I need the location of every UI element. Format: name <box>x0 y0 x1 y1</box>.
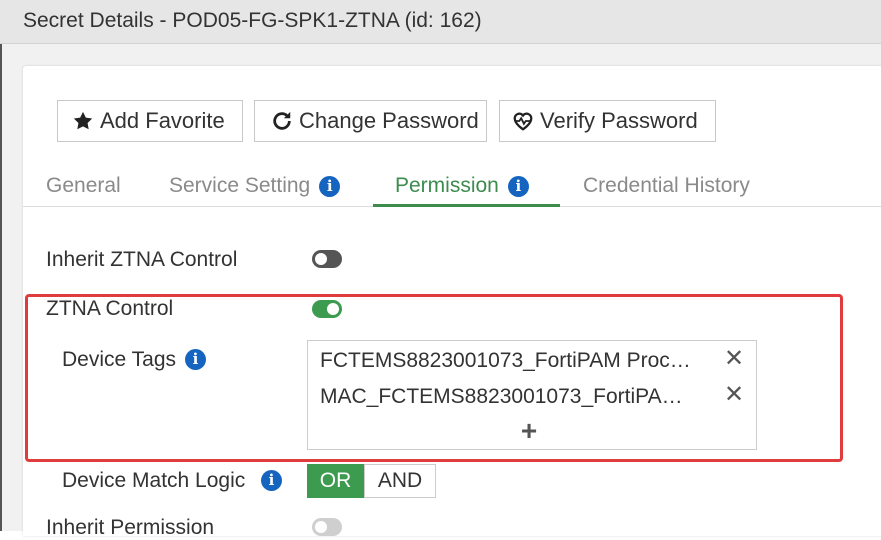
verify-password-label: Verify Password <box>540 108 698 133</box>
toggle-knob <box>315 521 327 533</box>
tab-permission[interactable]: Permission i <box>395 166 529 206</box>
annotation-highlight-box <box>25 294 843 462</box>
tab-general[interactable]: General <box>46 166 121 206</box>
window-titlebar: Secret Details - POD05-FG-SPK1-ZTNA (id:… <box>0 0 881 44</box>
device-match-logic-label: Device Match Logic <box>62 469 246 492</box>
match-logic-or-label: OR <box>319 469 352 492</box>
tab-general-label: General <box>46 174 121 197</box>
dialog-left-border <box>0 44 2 531</box>
change-password-label: Change Password <box>299 108 479 133</box>
match-logic-and-button[interactable]: AND <box>364 464 436 498</box>
tab-service-setting-label: Service Setting <box>169 174 311 197</box>
refresh-icon <box>271 110 293 132</box>
inherit-permission-toggle[interactable] <box>312 518 342 536</box>
add-favorite-label: Add Favorite <box>100 108 225 133</box>
verify-password-button[interactable]: Verify Password <box>499 100 716 142</box>
tab-service-setting[interactable]: Service Setting i <box>169 166 341 206</box>
add-favorite-button[interactable]: Add Favorite <box>57 100 243 142</box>
toggle-knob <box>315 253 327 265</box>
inherit-permission-label: Inherit Permission <box>46 516 215 539</box>
info-icon[interactable]: i <box>319 175 341 197</box>
inherit-ztna-control-label: Inherit ZTNA Control <box>46 248 238 271</box>
window-title: Secret Details - POD05-FG-SPK1-ZTNA (id:… <box>23 9 482 32</box>
heartbeat-icon <box>512 110 534 132</box>
tab-credential-history[interactable]: Credential History <box>583 166 750 206</box>
change-password-button[interactable]: Change Password <box>254 100 487 142</box>
info-icon[interactable]: i <box>261 470 282 491</box>
inherit-ztna-control-toggle[interactable] <box>312 250 342 268</box>
tab-permission-label: Permission <box>395 174 499 197</box>
star-icon <box>72 110 94 132</box>
active-tab-indicator <box>373 204 560 207</box>
info-icon[interactable]: i <box>507 175 529 197</box>
match-logic-and-label: AND <box>377 469 423 492</box>
tab-credential-history-label: Credential History <box>583 174 750 197</box>
match-logic-or-button[interactable]: OR <box>307 464 364 498</box>
